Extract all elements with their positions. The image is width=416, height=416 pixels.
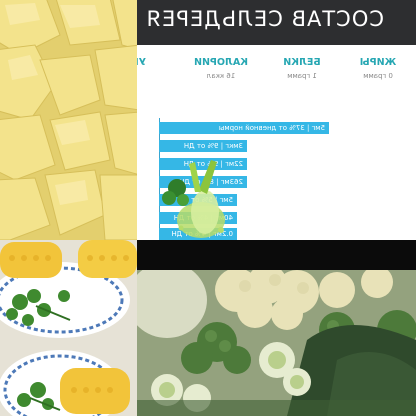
vegetables-photo — [137, 270, 416, 416]
nutrient-label: УГ — [137, 57, 146, 68]
nutrient-label: ЖИРЫ — [359, 57, 397, 68]
nutrient-calories: КАЛОРИИ 16 ккал — [186, 57, 256, 80]
celery-splash-icon — [162, 160, 225, 238]
vitamin-bar: 5мг | 37% от дневной нормы — [159, 122, 329, 134]
nutrient-carbs: УГ — [137, 57, 146, 68]
cauliflower-broccoli-image — [137, 270, 416, 416]
infographic-header: СОСТАВ СЕЛЬДЕРЕЯ — [137, 0, 416, 45]
nutrient-fat: ЖИРЫ 0 грамм — [348, 57, 408, 80]
nutrient-value: 0 грамм — [363, 72, 393, 80]
potato-cubes-image — [0, 0, 137, 240]
corn-parsley-image — [0, 240, 137, 416]
potato-photo — [0, 0, 137, 240]
photo-collage: СОСТАВ СЕЛЬДЕРЕЯ УГ ЖИРЫ 0 грамм БЕЛКИ 1… — [0, 0, 416, 416]
black-separator — [137, 240, 416, 270]
infographic-title: СОСТАВ СЕЛЬДЕРЕЯ — [145, 7, 384, 31]
nutrient-label: БЕЛКИ — [283, 57, 321, 68]
nutrient-label: КАЛОРИИ — [194, 57, 248, 68]
nutrient-value: 16 ккал — [206, 72, 236, 80]
corn-photo — [0, 240, 137, 416]
celery-infographic: СОСТАВ СЕЛЬДЕРЕЯ УГ ЖИРЫ 0 грамм БЕЛКИ 1… — [137, 0, 416, 240]
nutrient-value: 1 грамм — [287, 72, 317, 80]
nutrient-protein: БЕЛКИ 1 грамм — [272, 57, 332, 80]
